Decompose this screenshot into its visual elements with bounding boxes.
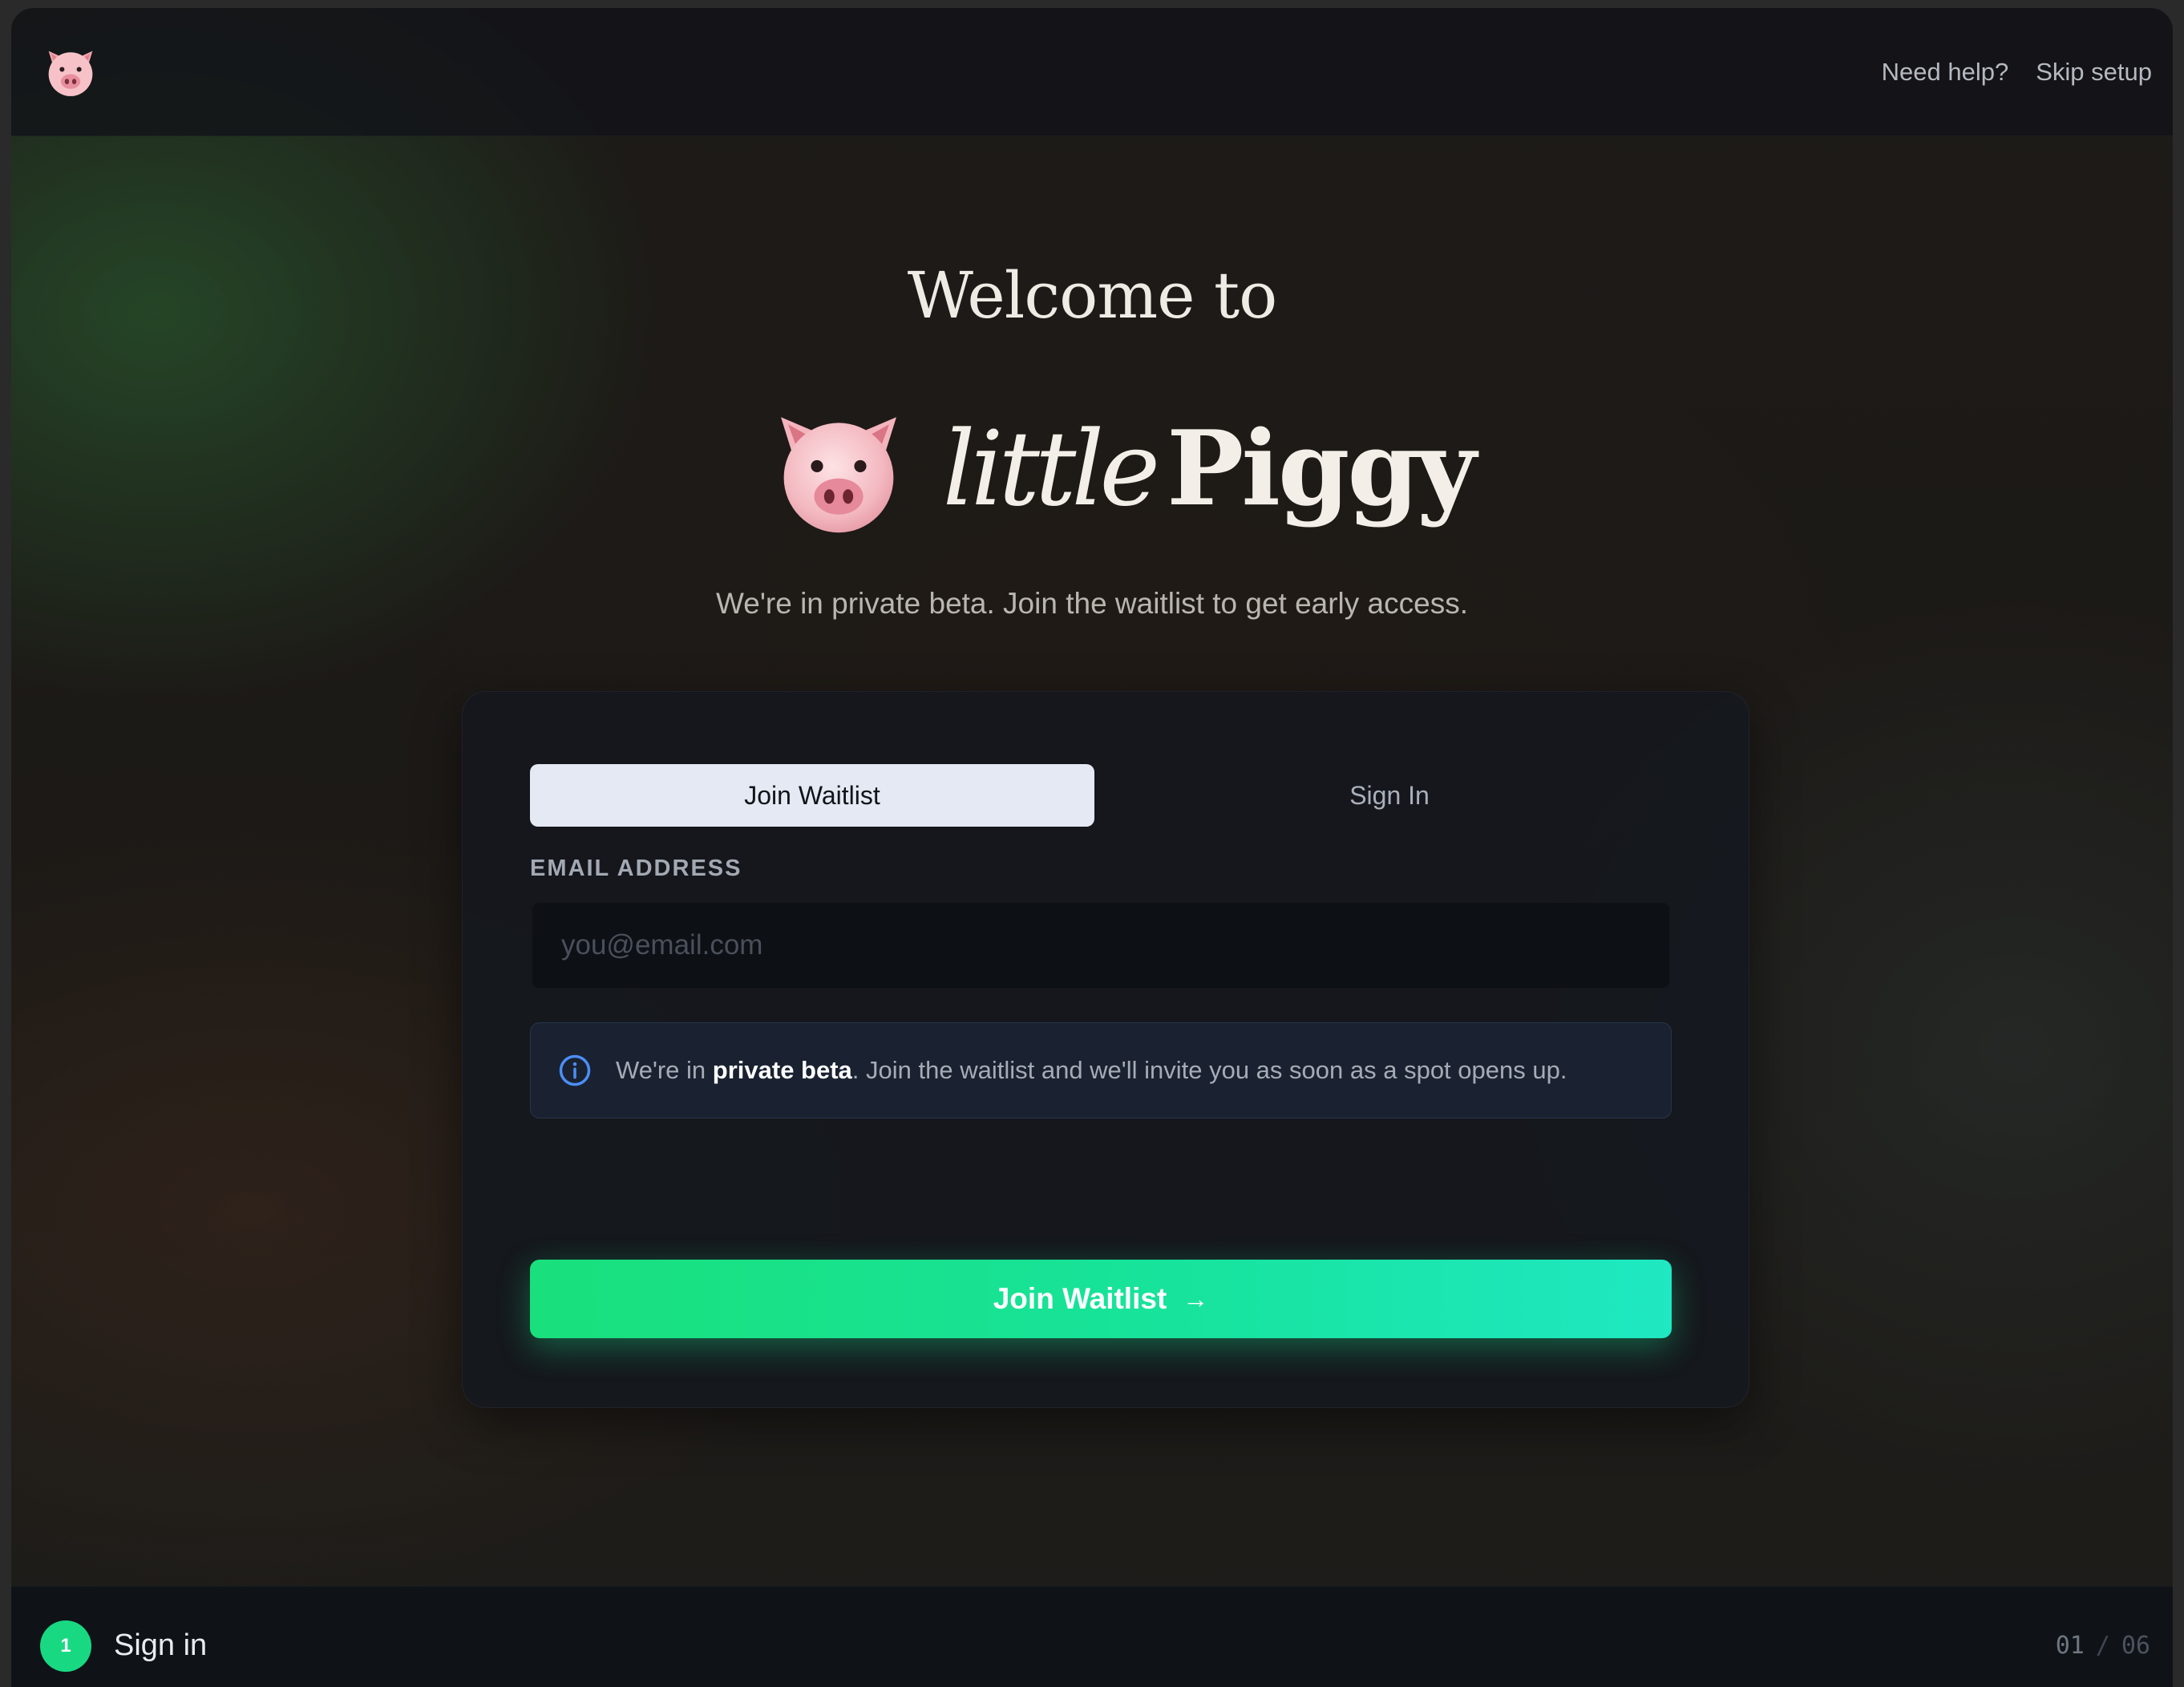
brand-little-text: little <box>942 410 1160 529</box>
welcome-heading: Welcome to <box>907 258 1278 333</box>
top-bar: Need help? Skip setup <box>11 8 2173 136</box>
need-help-link[interactable]: Need help? <box>1882 58 2009 87</box>
step-counter: 01 / 06 <box>2056 1632 2150 1660</box>
notice-prefix: We're in <box>616 1056 713 1084</box>
step-total: 06 <box>2121 1632 2150 1660</box>
pig-face-icon[interactable] <box>40 40 101 101</box>
join-waitlist-button[interactable]: Join Waitlist → <box>530 1260 1672 1338</box>
step-number-badge: 1 <box>40 1620 91 1672</box>
step-label: Sign in <box>114 1628 208 1662</box>
step-current: 01 <box>2055 1632 2085 1660</box>
notice-suffix: . Join the waitlist and we'll invite you… <box>851 1056 1567 1084</box>
notice-bold: private beta <box>712 1056 852 1084</box>
tab-sign-in[interactable]: Sign In <box>1107 764 1672 827</box>
join-waitlist-label: Join Waitlist <box>993 1282 1167 1315</box>
auth-card: Join Waitlist Sign In EMAIL ADDRESS We'r… <box>462 691 1749 1408</box>
brand-logo: little Piggy <box>11 393 2173 545</box>
email-input[interactable] <box>532 902 1670 989</box>
auth-tabs: Join Waitlist Sign In <box>530 764 1672 827</box>
beta-notice: We're in private beta. Join the waitlist… <box>530 1022 1672 1119</box>
email-label: EMAIL ADDRESS <box>530 856 742 881</box>
app-window: Need help? Skip setup Welcome to little … <box>11 8 2173 1687</box>
brand-wordmark: little Piggy <box>942 409 1477 529</box>
step-separator: / <box>2095 1632 2110 1660</box>
top-bar-links: Need help? Skip setup <box>1882 58 2152 87</box>
brand-piggy-text: Piggy <box>1167 409 1476 529</box>
info-icon <box>559 1054 591 1086</box>
arrow-right-icon: → <box>1183 1284 1209 1313</box>
skip-setup-link[interactable]: Skip setup <box>2036 58 2152 87</box>
bottom-bar: 1 Sign in 01 / 06 <box>11 1586 2173 1687</box>
tab-join-waitlist[interactable]: Join Waitlist <box>530 764 1094 827</box>
pig-face-icon <box>780 417 896 533</box>
notice-text: We're in private beta. Join the waitlist… <box>616 1056 1567 1085</box>
tagline: We're in private beta. Join the waitlist… <box>716 587 1468 620</box>
